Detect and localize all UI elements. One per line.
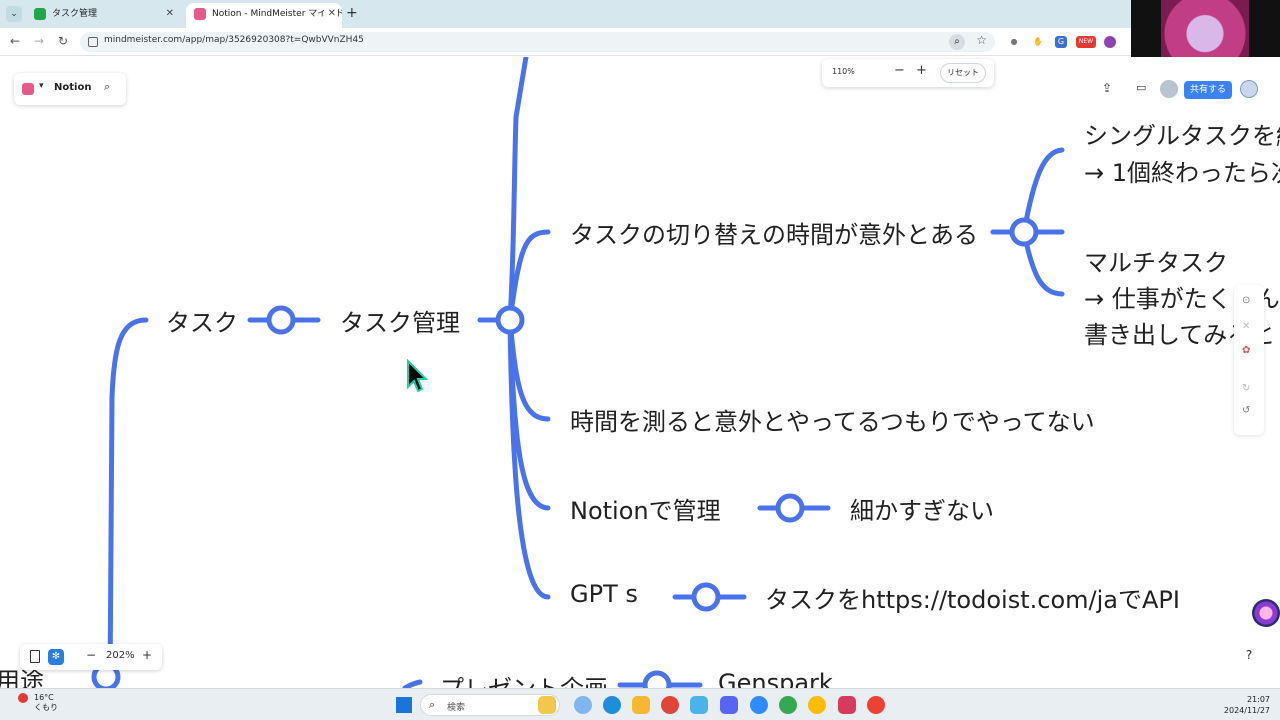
present-icon[interactable]: ▭ <box>1136 81 1146 94</box>
microphone-extension-icon[interactable]: ● <box>1008 36 1020 48</box>
cloud-upload-icon[interactable]: ⇪ <box>1102 81 1112 95</box>
collapse-node-handle <box>691 582 721 612</box>
node-present[interactable]: プレゼント企画 <box>440 669 608 688</box>
mindmeister-favicon-icon <box>194 8 206 20</box>
remove-icon[interactable]: ✕ <box>1242 321 1250 332</box>
browser-toolbar: ← → ↻ mindmeister.com/app/map/3526920308… <box>0 28 1280 56</box>
reload-icon[interactable]: ↻ <box>58 34 68 48</box>
notepad-icon[interactable] <box>690 696 708 714</box>
chrome-profile-icon[interactable] <box>808 696 826 714</box>
zoom-out-button[interactable]: − <box>894 63 905 78</box>
node-multi-task-line1[interactable]: マルチタスク <box>1084 243 1228 278</box>
new-tab-icon[interactable]: + <box>346 5 358 21</box>
site-info-icon[interactable] <box>88 37 98 47</box>
zoom-popup: 110% − + リセット <box>822 59 994 87</box>
zoom-app-icon[interactable] <box>750 696 768 714</box>
mindmeister-logo-icon <box>22 83 34 95</box>
map-title-panel[interactable]: ▾ Notion ⌕ <box>14 73 126 105</box>
zoom-in-button[interactable]: + <box>916 63 927 78</box>
pencil-app-icon[interactable] <box>538 696 556 714</box>
node-not-detailed[interactable]: 細かすぎない <box>850 491 994 526</box>
checkmark-favicon-icon <box>34 8 46 20</box>
mindmap-canvas[interactable]: タスク タスク管理 タスクの切り替えの時間が意外とある シングルタスクを繰 → … <box>0 57 1280 688</box>
zoom-in-button[interactable]: + <box>142 648 152 662</box>
tab-task-management[interactable]: タスク管理 ✕ <box>26 3 182 28</box>
tab-search-icon[interactable]: ⌄ <box>6 6 22 22</box>
zoom-level: 202% <box>106 650 135 661</box>
node-task[interactable]: タスク <box>166 303 238 338</box>
os-taskbar: 16°C くもり ⌕ 検索 21:07 2024/11/27 <box>0 688 1280 720</box>
node-gpts[interactable]: GPT s <box>570 580 638 608</box>
translate-extension-icon[interactable]: G <box>1055 36 1067 48</box>
node-task-management[interactable]: タスク管理 <box>340 303 460 338</box>
chrome-profile-icon[interactable] <box>779 696 797 714</box>
outline-view-icon[interactable] <box>30 650 40 663</box>
clock-date: 2024/11/27 <box>1223 706 1270 715</box>
discord-icon[interactable] <box>720 696 738 714</box>
redo-icon[interactable]: ↻ <box>1242 383 1250 394</box>
clock-time: 21:07 <box>1246 695 1270 704</box>
side-toolbar: ⊙ ✕ ✿ ↻ ↺ <box>1234 285 1264 435</box>
tab-close-icon[interactable]: ✕ <box>166 3 174 25</box>
zoom-controls: ✻ − 202% + <box>20 644 162 670</box>
bookmark-star-icon[interactable]: ☆ <box>976 33 987 47</box>
collapse-node-handle <box>1009 217 1039 247</box>
browser-tab-strip: ⌄ タスク管理 ✕ Notion - MindMeister マインドマ ✕ + <box>0 0 1280 28</box>
zoom-level: 110% <box>832 67 855 76</box>
system-clock[interactable]: 21:07 2024/11/27 <box>1218 694 1270 716</box>
globe-icon[interactable] <box>1240 80 1258 98</box>
extension-icon[interactable]: ✋ <box>1032 36 1044 48</box>
collapse-node-handle <box>266 305 296 335</box>
focus-icon[interactable]: ⊙ <box>1242 295 1250 306</box>
branch-line <box>107 317 149 688</box>
avatar[interactable] <box>1160 80 1178 98</box>
edge-icon[interactable] <box>603 696 621 714</box>
search-icon: ⌕ <box>429 698 436 711</box>
weather-widget[interactable]: 16°C くもり <box>8 693 58 713</box>
zoom-out-button[interactable]: − <box>86 648 96 662</box>
chrome-profile-icon[interactable] <box>867 696 885 714</box>
map-title[interactable]: Notion <box>54 82 91 93</box>
address-bar[interactable]: mindmeister.com/app/map/3526920308?t=Qwb… <box>80 32 995 52</box>
tab-close-icon[interactable]: ✕ <box>323 3 336 25</box>
node-switch-time[interactable]: タスクの切り替えの時間が意外とある <box>570 215 978 250</box>
node-todoist[interactable]: タスクをhttps://todoist.com/jaでAPI <box>765 580 1180 615</box>
weather-condition: くもり <box>34 703 58 712</box>
zoom-magnifier-icon[interactable]: ⌕ <box>949 34 965 50</box>
node-notion-manage[interactable]: Notionで管理 <box>570 491 721 526</box>
share-button[interactable]: 共有する <box>1184 81 1232 99</box>
tab-mindmeister[interactable]: Notion - MindMeister マインドマ ✕ <box>186 3 342 28</box>
mouse-cursor-icon <box>407 359 429 393</box>
undo-icon[interactable]: ↺ <box>1242 405 1250 416</box>
collapse-node-handle <box>495 305 525 335</box>
mindmap-view-icon[interactable]: ✻ <box>48 649 64 665</box>
app-icon[interactable] <box>838 696 856 714</box>
node-measure-time[interactable]: 時間を測ると意外とやってるつもりでやってない <box>570 402 1095 437</box>
ai-assistant-icon[interactable] <box>1252 599 1280 627</box>
help-icon[interactable]: ? <box>1238 648 1260 670</box>
node-genspark[interactable]: Genspark <box>718 669 833 688</box>
weather-temperature: 16°C <box>34 693 54 702</box>
copilot-icon[interactable] <box>574 696 592 714</box>
zoom-reset-button[interactable]: リセット <box>940 63 986 83</box>
windows-start-icon[interactable] <box>396 697 412 713</box>
search-icon[interactable]: ⌕ <box>104 80 110 94</box>
chevron-down-icon[interactable]: ▾ <box>39 81 44 91</box>
collapse-node-handle <box>642 670 672 688</box>
back-icon[interactable]: ← <box>10 34 20 48</box>
purple-extension-icon[interactable] <box>1104 36 1116 48</box>
url-text: mindmeister.com/app/map/3526920308?t=Qwb… <box>104 35 364 45</box>
taskbar-search-placeholder: 検索 <box>447 703 466 713</box>
forward-icon[interactable]: → <box>34 34 44 48</box>
collapse-node-handle <box>775 493 805 523</box>
tab-label: Notion - MindMeister マインドマ <box>212 9 342 19</box>
node-single-task-line2[interactable]: → 1個終わったら次 <box>1084 153 1280 188</box>
new-extension-icon[interactable]: NEW <box>1076 36 1096 48</box>
node-single-task-line1[interactable]: シングルタスクを繰 <box>1084 116 1280 151</box>
tab-label: タスク管理 <box>52 9 98 19</box>
file-explorer-icon[interactable] <box>632 696 650 714</box>
notification-badge <box>18 693 28 703</box>
chrome-icon[interactable] <box>661 696 679 714</box>
style-icon[interactable]: ✿ <box>1242 345 1250 356</box>
